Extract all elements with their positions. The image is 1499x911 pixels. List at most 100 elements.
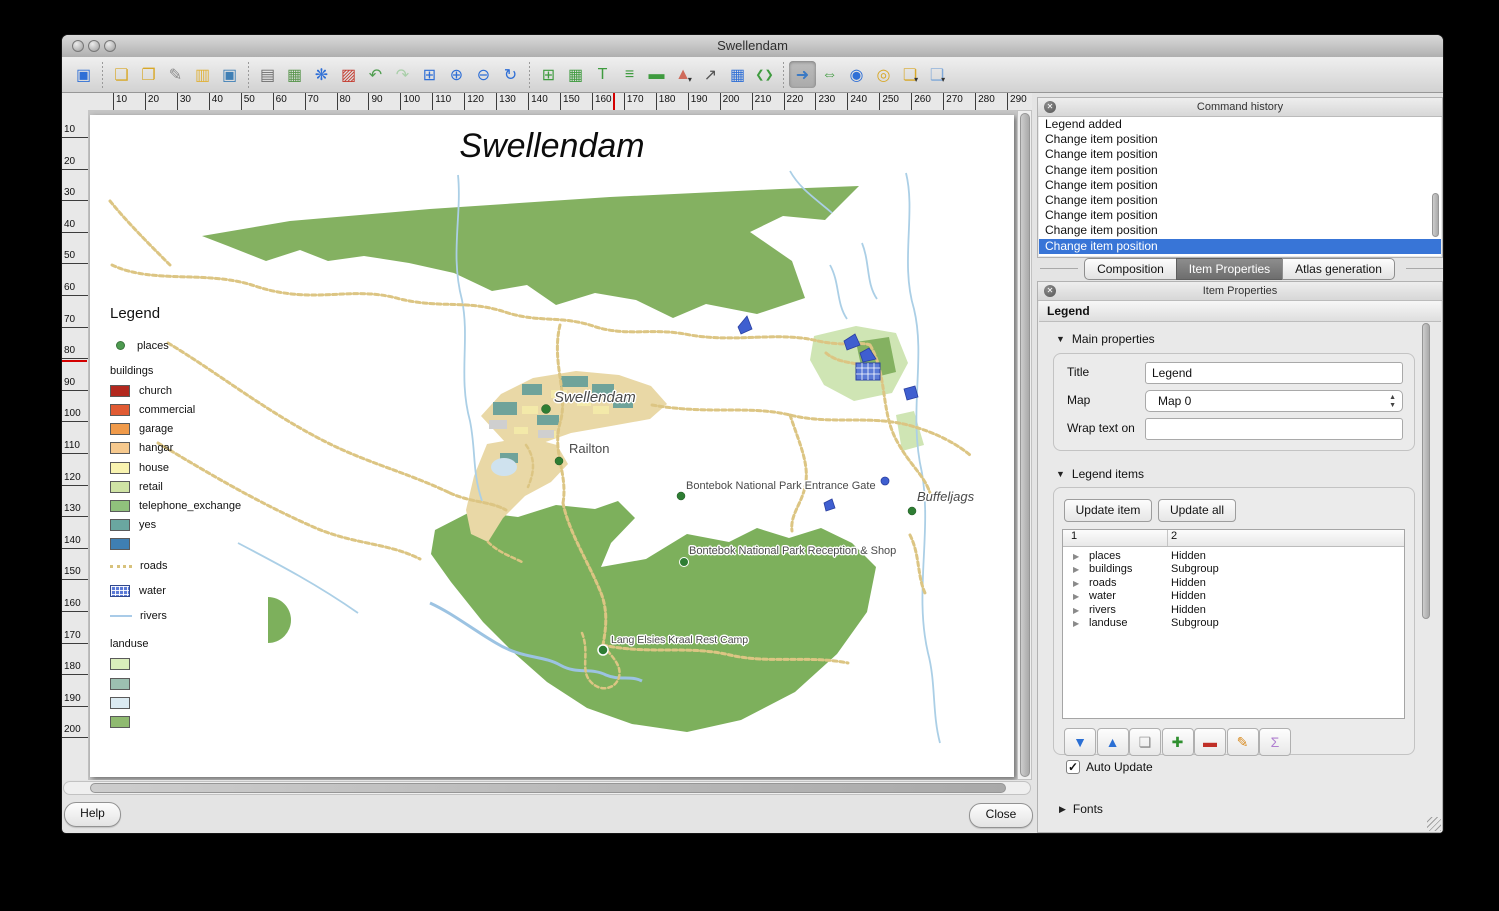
zoom-out-icon[interactable]: ⊖ <box>470 61 497 88</box>
command-history-item[interactable]: Legend added <box>1039 117 1441 132</box>
add-legend-icon[interactable]: ≡ <box>616 61 643 88</box>
command-history-item[interactable]: Change item position <box>1039 239 1441 254</box>
add-label-icon[interactable]: T <box>589 61 616 88</box>
map-select[interactable]: Map 0 ▲▼ <box>1145 390 1403 412</box>
move-up-button[interactable]: ▲ <box>1097 728 1129 756</box>
legend-items-table[interactable]: 1 2 ▶placesHidden▶buildingsSubgroup▶road… <box>1062 529 1405 719</box>
tab-atlas-generation[interactable]: Atlas generation <box>1282 258 1395 280</box>
vertical-scrollbar[interactable] <box>1017 110 1032 780</box>
ruler-tick: 290 <box>1007 93 1027 110</box>
expander-icon[interactable]: ▶ <box>1073 617 1079 630</box>
edit-item-button[interactable]: ✎ <box>1227 728 1259 756</box>
composition-paper[interactable]: Swellendam SwellendamRailtonBontebok Nat… <box>90 115 1014 777</box>
horizontal-scrollbar-thumb[interactable] <box>90 783 1006 793</box>
add-scalebar-icon[interactable]: ▬ <box>643 61 670 88</box>
export-svg-icon[interactable]: ❋ <box>308 61 335 88</box>
raise-items-icon[interactable]: ❏▾ <box>897 61 924 88</box>
ruler-tick: 40 <box>209 93 223 110</box>
add-attribute-table-icon[interactable]: ▦ <box>724 61 751 88</box>
close-panel-icon[interactable]: ✕ <box>1044 101 1056 113</box>
legend-table-row[interactable]: ▶riversHidden <box>1063 604 1404 617</box>
legend-table-row[interactable]: ▶waterHidden <box>1063 590 1404 603</box>
horizontal-scrollbar[interactable] <box>63 781 1031 795</box>
select-move-item-icon[interactable]: ➜ <box>789 61 816 88</box>
command-history-scrollbar-thumb[interactable] <box>1432 193 1439 237</box>
fonts-section[interactable]: ▶ Fonts <box>1059 802 1103 816</box>
legend-table-row[interactable]: ▶landuseSubgroup <box>1063 617 1404 630</box>
composition-manager-icon[interactable]: ✎ <box>162 61 189 88</box>
add-html-icon[interactable]: ❮❯ <box>751 61 778 88</box>
title-bar[interactable]: Swellendam <box>62 35 1443 58</box>
add-arrow-icon[interactable]: ↗ <box>697 61 724 88</box>
ruler-tick: 170 <box>62 629 88 644</box>
map-legend-label: rivers <box>140 610 167 622</box>
panel-scrollbar-thumb[interactable] <box>1422 323 1430 619</box>
tab-composition[interactable]: Composition <box>1084 258 1177 280</box>
add-item-button[interactable]: ✚ <box>1162 728 1194 756</box>
undo-icon[interactable]: ↶ <box>362 61 389 88</box>
command-history-item[interactable]: Change item position <box>1039 223 1441 238</box>
auto-update-checkbox[interactable]: ✓ <box>1066 760 1080 774</box>
expander-icon[interactable]: ▶ <box>1073 590 1079 603</box>
count-features-button[interactable]: Σ <box>1259 728 1291 756</box>
composer-window: Swellendam ▣❏❐✎▥▣▤▦❋▨↶↷⊞⊕⊖↻⊞▦T≡▬▲▾↗▦❮❯➜⇔… <box>62 35 1443 833</box>
copy-item-button[interactable]: ❏ <box>1129 728 1161 756</box>
command-history-item[interactable]: Change item position <box>1039 147 1441 162</box>
map-canvas[interactable]: Swellendam SwellendamRailtonBontebok Nat… <box>88 110 1017 780</box>
legend-table-row[interactable]: ▶placesHidden <box>1063 550 1404 563</box>
move-down-button[interactable]: ▼ <box>1064 728 1096 756</box>
legend-items-section[interactable]: ▼ Legend items <box>1056 467 1144 481</box>
edit-nodes-icon[interactable]: ◎ <box>870 61 897 88</box>
resize-grip[interactable] <box>1427 817 1441 831</box>
command-history-item[interactable]: Change item position <box>1039 132 1441 147</box>
expander-icon[interactable]: ▶ <box>1073 550 1079 563</box>
open-folder-icon[interactable]: ▥ <box>189 61 216 88</box>
new-composition-icon[interactable]: ❏ <box>108 61 135 88</box>
align-items-icon[interactable]: ❑▾ <box>924 61 951 88</box>
ruler-tick: 180 <box>656 93 676 110</box>
export-pdf-icon[interactable]: ▨ <box>335 61 362 88</box>
tab-item-properties[interactable]: Item Properties <box>1176 258 1283 280</box>
close-window-icon[interactable] <box>72 40 84 52</box>
update-all-button[interactable]: Update all <box>1158 499 1236 522</box>
add-image-icon[interactable]: ▦ <box>562 61 589 88</box>
remove-item-button[interactable]: ▬ <box>1194 728 1226 756</box>
redo-icon[interactable]: ↷ <box>389 61 416 88</box>
zoom-full-icon[interactable]: ⊞ <box>416 61 443 88</box>
update-item-button[interactable]: Update item <box>1064 499 1152 522</box>
vertical-scrollbar-thumb[interactable] <box>1020 113 1030 777</box>
title-input[interactable]: Legend <box>1145 362 1403 384</box>
help-button[interactable]: Help <box>64 802 121 827</box>
legend-table-row[interactable]: ▶buildingsSubgroup <box>1063 563 1404 576</box>
save-as-template-icon[interactable]: ▣ <box>216 61 243 88</box>
expander-icon[interactable]: ▶ <box>1073 577 1079 590</box>
stepper-icon[interactable]: ▲▼ <box>1389 394 1396 410</box>
save-project-icon[interactable]: ▣ <box>70 61 97 88</box>
close-button[interactable]: Close <box>969 803 1033 828</box>
add-shape-icon[interactable]: ▲▾ <box>670 61 697 88</box>
command-history-item[interactable]: Change item position <box>1039 163 1441 178</box>
print-icon[interactable]: ▤ <box>254 61 281 88</box>
command-history-item[interactable]: Change item position <box>1039 208 1441 223</box>
main-properties-section[interactable]: ▼ Main properties <box>1056 332 1155 346</box>
select-items-icon[interactable]: ◉ <box>843 61 870 88</box>
legend-table-row[interactable]: ▶roadsHidden <box>1063 577 1404 590</box>
command-history-item[interactable]: Change item position <box>1039 193 1441 208</box>
zoom-in-icon[interactable]: ⊕ <box>443 61 470 88</box>
expander-icon[interactable]: ▶ <box>1073 563 1079 576</box>
wrap-text-input[interactable] <box>1145 418 1403 440</box>
minimize-window-icon[interactable] <box>88 40 100 52</box>
add-map-icon[interactable]: ⊞ <box>535 61 562 88</box>
move-item-content-icon[interactable]: ⇔ <box>816 61 843 88</box>
command-history-item[interactable]: Change item position <box>1039 178 1441 193</box>
ruler-tick: 50 <box>241 93 255 110</box>
duplicate-composition-icon[interactable]: ❐ <box>135 61 162 88</box>
export-image-icon[interactable]: ▦ <box>281 61 308 88</box>
entrance-gate-dot <box>677 492 685 500</box>
map-title-item[interactable]: Swellendam <box>90 127 1014 166</box>
refresh-view-icon[interactable]: ↻ <box>497 61 524 88</box>
expander-icon[interactable]: ▶ <box>1073 604 1079 617</box>
close-panel-icon[interactable]: ✕ <box>1044 285 1056 297</box>
zoom-window-icon[interactable] <box>104 40 116 52</box>
legend-item[interactable]: Legend placesbuildingschurchcommercialga… <box>110 305 320 732</box>
